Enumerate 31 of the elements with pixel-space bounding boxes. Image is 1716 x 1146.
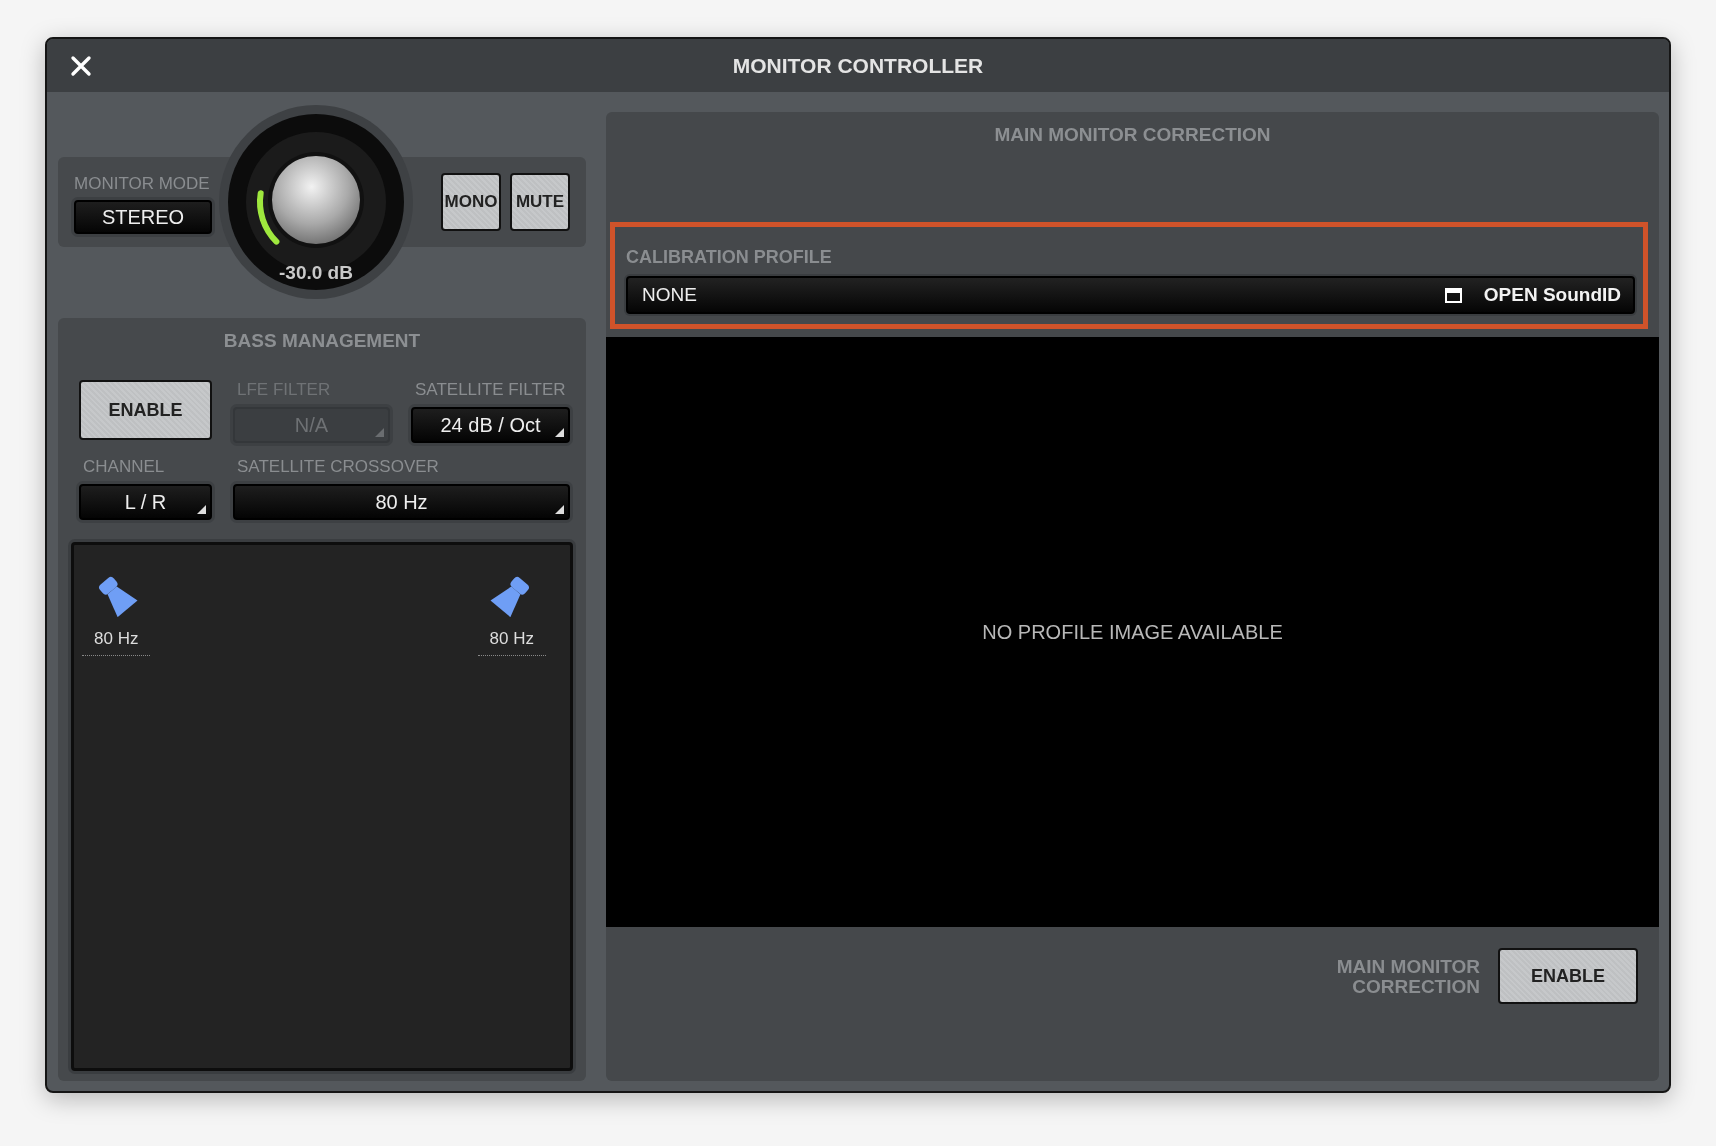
calibration-profile-field[interactable]: NONE OPEN SoundID (626, 276, 1635, 314)
window-icon (1444, 287, 1462, 303)
enable-button[interactable]: ENABLE (1498, 948, 1638, 1004)
panel-title: BASS MANAGEMENT (223, 330, 421, 352)
close-icon (70, 54, 92, 77)
speaker-frequency: 80 Hz (82, 629, 151, 656)
speaker-frequency: 80 Hz (477, 629, 546, 656)
open-soundid-button[interactable]: OPEN SoundID (1444, 284, 1621, 306)
dropdown[interactable]: 80 Hz (233, 484, 570, 520)
volume-reading: -30.0 dB (278, 262, 354, 284)
field-label: SATELLITE CROSSOVER (236, 457, 440, 477)
profile-value: NONE (642, 284, 697, 306)
window-title: MONITOR CONTROLLER (732, 53, 984, 78)
dropdown[interactable]: L / R (79, 484, 212, 520)
corner-triangle-icon (555, 428, 564, 437)
field-label: CHANNEL (82, 457, 166, 477)
correction-label: MAIN MONITOR CORRECTION (1335, 957, 1480, 997)
corner-triangle-icon (375, 428, 384, 437)
calibration-profile-label: CALIBRATION PROFILE (626, 247, 833, 268)
toggle-button[interactable]: MUTE (510, 173, 570, 231)
corner-triangle-icon (197, 505, 206, 514)
corner-triangle-icon (555, 505, 564, 514)
field-label: SATELLITE FILTER (414, 380, 567, 400)
enable-button[interactable]: ENABLE (79, 380, 212, 440)
volume-knob[interactable] (218, 104, 414, 300)
panel-title: MAIN MONITOR CORRECTION (994, 124, 1271, 146)
monitor-mode-button[interactable]: STEREO (74, 200, 212, 234)
dropdown[interactable]: 24 dB / Oct (411, 407, 570, 443)
no-image-message: NO PROFILE IMAGE AVAILABLE (982, 620, 1283, 644)
toggle-button[interactable]: MONO (441, 173, 501, 231)
monitor-mode-label: MONITOR MODE (74, 174, 211, 194)
